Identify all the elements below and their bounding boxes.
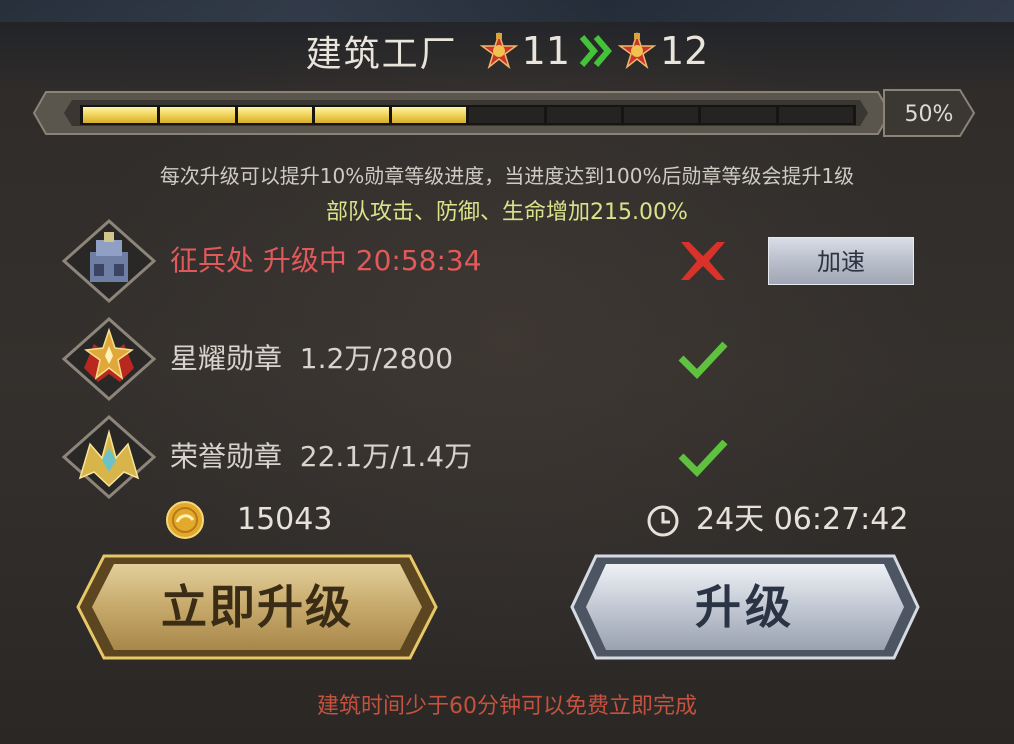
- requirement-row-star-medal: 星耀勋章 1.2万/2800: [60, 316, 950, 402]
- current-level: 11: [521, 29, 570, 73]
- upgrade-button[interactable]: 升级: [568, 552, 922, 662]
- next-level: 12: [660, 29, 709, 73]
- top-background-strip: [0, 0, 1014, 22]
- progress-percent: 50%: [904, 102, 954, 127]
- time-row: 24天 06:27:42: [646, 498, 966, 542]
- upgrade-description: 每次升级可以提升10%勋章等级进度，当进度达到100%后勋章等级会提升1级: [159, 164, 855, 188]
- barracks-building-icon: [61, 218, 157, 304]
- requirement-label: 荣誉勋章 22.1万/1.4万: [170, 440, 473, 473]
- progress-segment-empty: [546, 107, 622, 123]
- header: 建筑工厂 11 12: [0, 26, 1014, 76]
- progress-segment-filled: [83, 107, 158, 123]
- double-chevron-right-icon: [579, 35, 612, 67]
- progress-segment-filled: [160, 107, 235, 123]
- honor-medal-icon: [61, 414, 157, 500]
- progress-segment-empty: [778, 107, 853, 123]
- requirement-label: 星耀勋章 1.2万/2800: [170, 342, 454, 375]
- upgrade-time: 24天 06:27:42: [696, 502, 909, 537]
- green-check-icon: [678, 439, 728, 478]
- speed-up-button[interactable]: 加速: [768, 237, 914, 285]
- green-check-icon: [678, 341, 728, 380]
- free-complete-hint: 建筑时间少于60分钟可以免费立即完成: [317, 694, 697, 719]
- requirement-label: 征兵处 升级中 20:58:34: [170, 244, 482, 277]
- red-star-medal-icon: [618, 32, 656, 70]
- gold-cost: 15043: [237, 502, 333, 537]
- instant-upgrade-button[interactable]: 立即升级: [74, 552, 440, 662]
- requirement-row-honor-medal: 荣誉勋章 22.1万/1.4万: [60, 414, 950, 500]
- red-star-medal-icon: [479, 32, 518, 70]
- progress-segment-empty: [701, 107, 776, 123]
- progress-segment-filled: [314, 107, 390, 123]
- gold-coin-icon: [166, 501, 204, 539]
- progress-segment-empty: [469, 107, 544, 123]
- progress-segment-empty: [624, 107, 699, 123]
- progress-bar: [80, 105, 856, 125]
- progress-segment-filled: [237, 107, 312, 123]
- instant-upgrade-label: 立即升级: [161, 580, 353, 634]
- cost-row: 15043: [165, 498, 565, 542]
- red-x-icon: [681, 242, 725, 280]
- requirement-row-barracks: 征兵处 升级中 20:58:34 加速: [60, 218, 950, 304]
- progress-segment-filled: [392, 107, 467, 123]
- building-title: 建筑工厂: [305, 34, 458, 75]
- upgrade-label: 升级: [695, 580, 795, 634]
- clock-icon: [647, 505, 679, 537]
- star-medal-icon: [61, 316, 157, 402]
